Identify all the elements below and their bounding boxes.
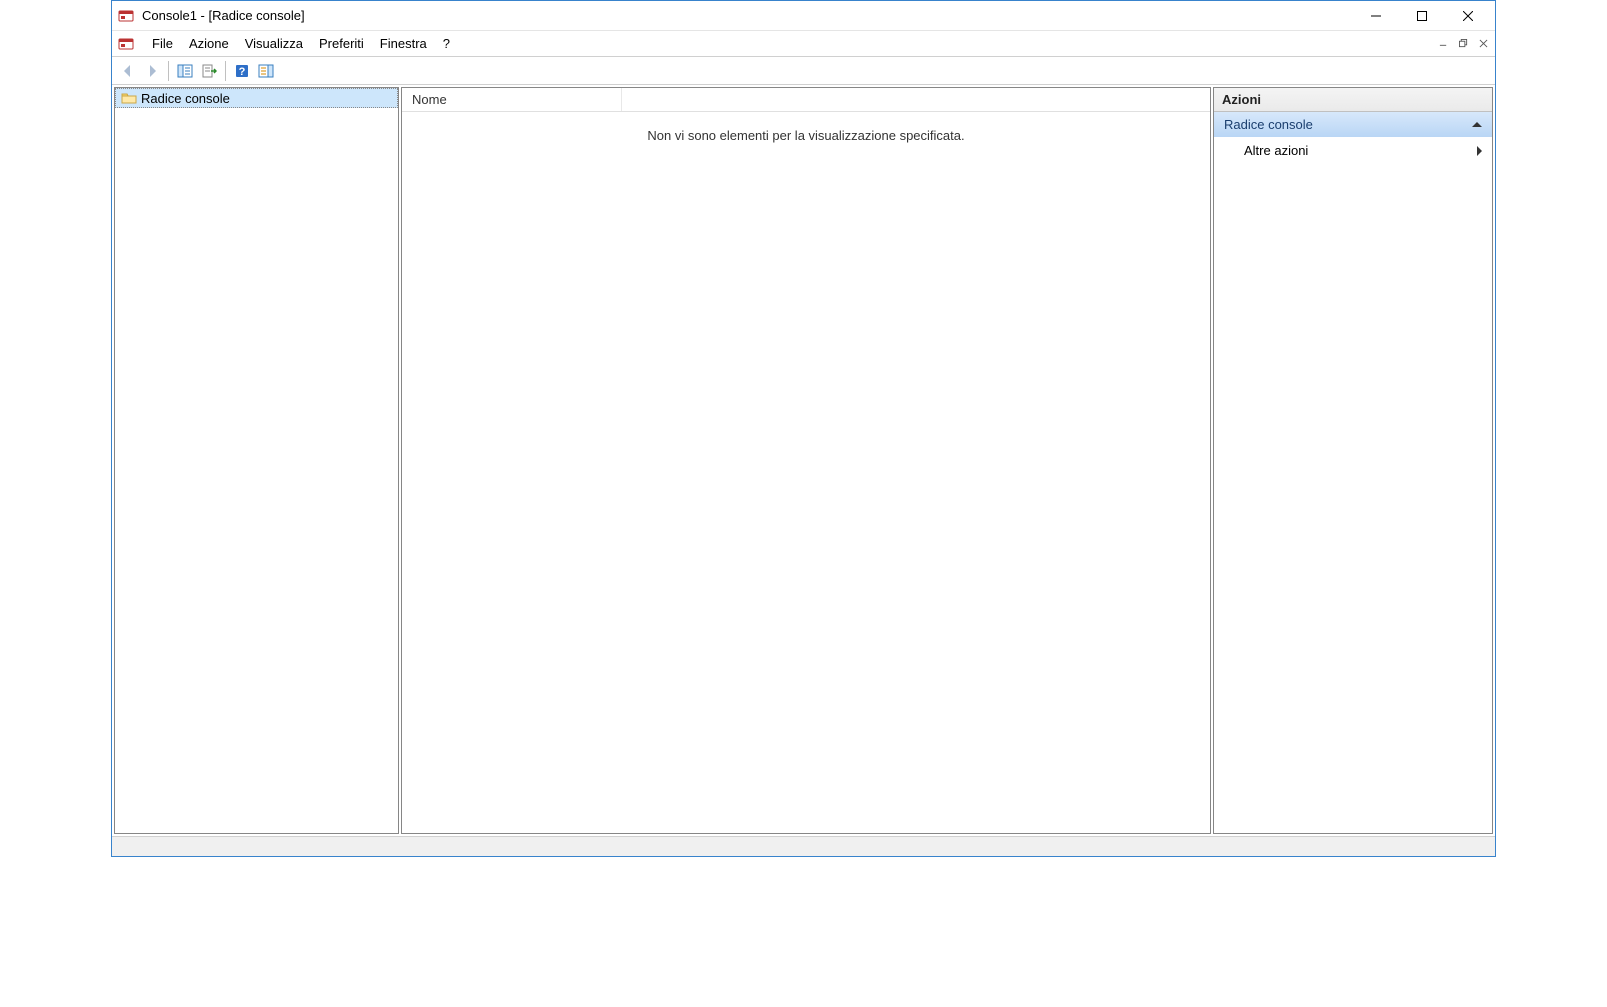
mmc-app-icon [118,8,134,24]
maximize-button[interactable] [1399,1,1445,31]
actions-panel: Azioni Radice console Altre azioni [1213,87,1493,834]
actions-group-title[interactable]: Radice console [1214,112,1492,137]
show-hide-tree-button[interactable] [173,60,197,82]
menu-help[interactable]: ? [435,33,458,54]
toolbar-separator [168,61,169,81]
title-bar: Console1 - [Radice console] [112,1,1495,31]
mmc-doc-icon [118,36,134,52]
menu-bar: File Azione Visualizza Preferiti Finestr… [112,31,1495,57]
list-header: Nome [402,88,1210,112]
minimize-button[interactable] [1353,1,1399,31]
mdi-minimize-button[interactable] [1434,35,1452,53]
action-more-actions[interactable]: Altre azioni [1214,137,1492,164]
center-panel: Nome Non vi sono elementi per la visuali… [401,87,1211,834]
tree-panel[interactable]: Radice console [114,87,399,834]
svg-text:?: ? [239,66,246,78]
close-button[interactable] [1445,1,1491,31]
empty-message: Non vi sono elementi per la visualizzazi… [647,128,964,143]
submenu-arrow-icon [1477,146,1482,156]
actions-group-label: Radice console [1224,117,1313,132]
show-hide-action-pane-button[interactable] [254,60,278,82]
forward-button[interactable] [140,60,164,82]
tree-item-root[interactable]: Radice console [115,88,398,108]
menu-preferiti[interactable]: Preferiti [311,33,372,54]
column-header-name[interactable]: Nome [402,88,622,111]
folder-icon [121,90,137,106]
window-title: Console1 - [Radice console] [142,8,305,23]
mdi-restore-button[interactable] [1454,35,1472,53]
export-list-button[interactable] [197,60,221,82]
status-bar [112,836,1495,856]
menu-file[interactable]: File [144,33,181,54]
menu-finestra[interactable]: Finestra [372,33,435,54]
collapse-caret-icon [1472,122,1482,127]
actions-header: Azioni [1214,88,1492,112]
menu-azione[interactable]: Azione [181,33,237,54]
workspace: Radice console Nome Non vi sono elementi… [112,85,1495,836]
menu-visualizza[interactable]: Visualizza [237,33,311,54]
action-item-label: Altre azioni [1244,143,1308,158]
mdi-close-button[interactable] [1474,35,1492,53]
column-header-empty[interactable] [622,88,1210,111]
toolbar-separator [225,61,226,81]
list-body[interactable]: Non vi sono elementi per la visualizzazi… [402,112,1210,833]
toolbar: ? [112,57,1495,85]
back-button[interactable] [116,60,140,82]
help-button[interactable]: ? [230,60,254,82]
tree-item-label: Radice console [141,91,230,106]
